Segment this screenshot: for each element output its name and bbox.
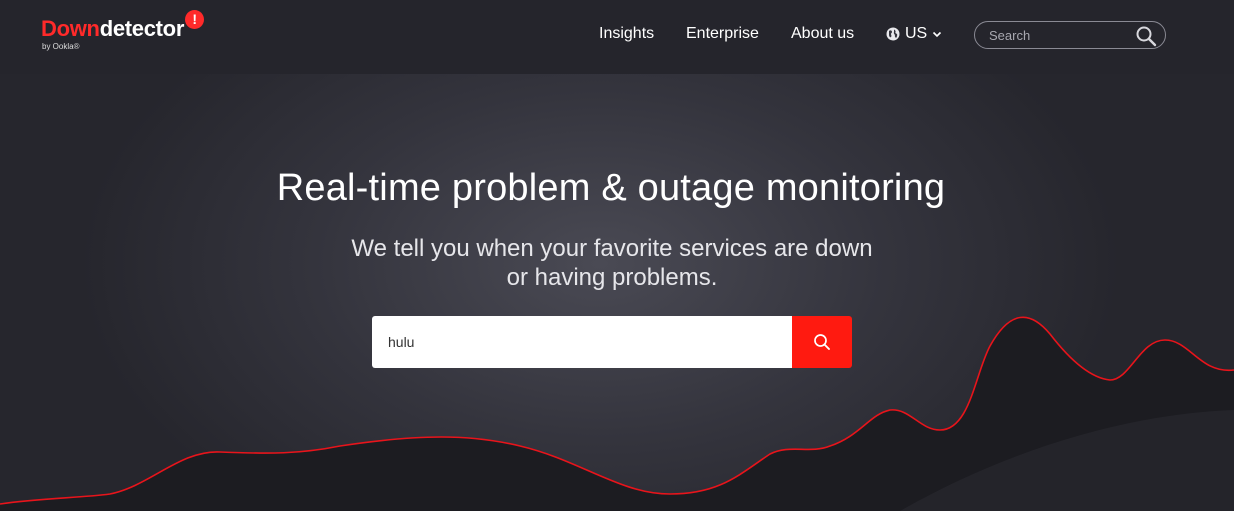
chevron-down-icon bbox=[933, 31, 942, 38]
nav-about-us[interactable]: About us bbox=[791, 25, 854, 43]
hero-title: Real-time problem & outage monitoring bbox=[276, 167, 946, 209]
logo-alert-icon: ! bbox=[185, 10, 205, 29]
service-search bbox=[372, 316, 852, 368]
logo-down-text: Down bbox=[41, 16, 100, 41]
nav-insights[interactable]: Insights bbox=[599, 25, 654, 43]
logo-detector-text: detector bbox=[99, 16, 185, 41]
header-search-input[interactable] bbox=[989, 26, 1129, 44]
locale-selector[interactable]: US bbox=[886, 25, 942, 43]
service-search-button[interactable] bbox=[792, 316, 852, 368]
search-icon[interactable] bbox=[1135, 25, 1157, 47]
nav-enterprise[interactable]: Enterprise bbox=[686, 25, 759, 43]
outage-wave-graphic bbox=[0, 316, 1234, 511]
hero-subtitle-line-2: or having problems. bbox=[506, 264, 718, 291]
site-header: Downdetector! by Ookla® Insights Enterpr… bbox=[0, 0, 1234, 74]
service-search-input[interactable] bbox=[372, 316, 792, 368]
downdetector-logo[interactable]: Downdetector! by Ookla® bbox=[41, 10, 205, 51]
hero-subtitle: We tell you when your favorite services … bbox=[317, 234, 907, 292]
globe-icon bbox=[886, 27, 900, 41]
hero-subtitle-line-1: We tell you when your favorite services … bbox=[351, 235, 873, 262]
header-search bbox=[974, 21, 1166, 49]
locale-label: US bbox=[905, 25, 928, 42]
hero-section: Real-time problem & outage monitoring We… bbox=[0, 74, 1234, 511]
logo-byline: by Ookla® bbox=[42, 42, 80, 51]
logo-wordmark: Downdetector! bbox=[41, 10, 205, 41]
search-icon bbox=[814, 334, 830, 350]
